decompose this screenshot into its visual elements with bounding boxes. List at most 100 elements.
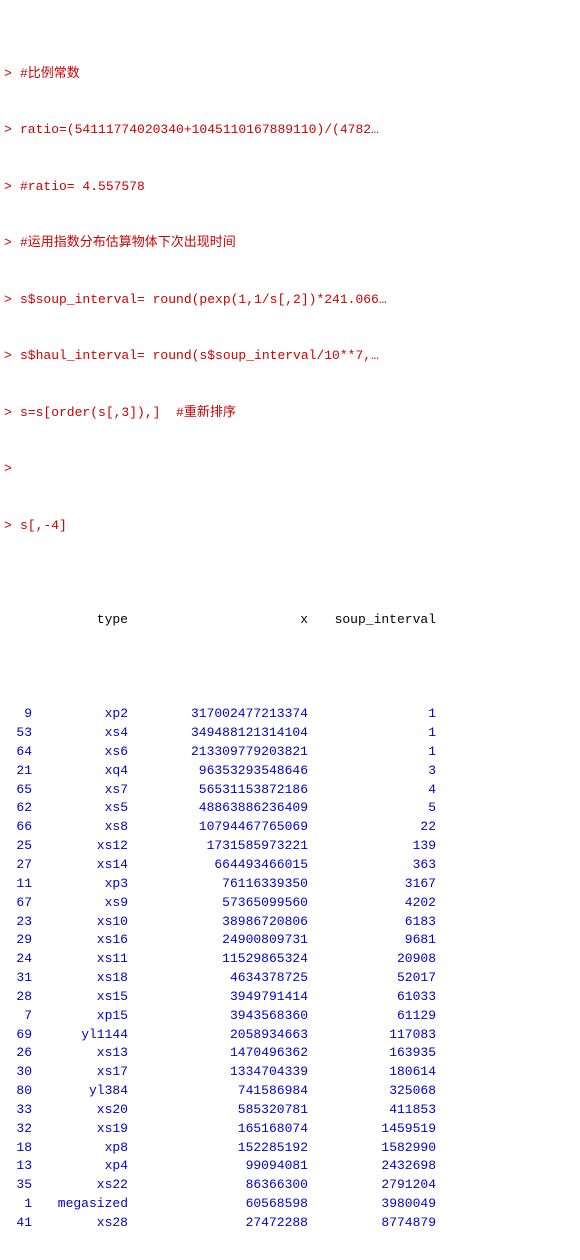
table-row: 32 xs19 165168074 1459519 (4, 1120, 576, 1139)
cell-type: xs7 (36, 781, 136, 800)
cell-soup: 3980049 (316, 1195, 436, 1214)
cell-soup: 5 (316, 799, 436, 818)
cell-type: xp2 (36, 705, 136, 724)
header-rownum (4, 611, 36, 630)
cell-type: xs14 (36, 856, 136, 875)
prompt-9: > (4, 517, 20, 536)
line-code-6: > s$haul_interval= round(s$soup_interval… (4, 347, 576, 366)
cell-x: 10794467765069 (136, 818, 316, 837)
table-row: 53 xs4 349488121314104 1 (4, 724, 576, 743)
cell-type: xs16 (36, 931, 136, 950)
prompt-3: > (4, 178, 20, 197)
cell-type: xq4 (36, 762, 136, 781)
table-row: 25 xs12 1731585973221 139 (4, 837, 576, 856)
line-command: > s[,-4] (4, 517, 576, 536)
header-soup: soup_interval (316, 611, 436, 630)
cell-x: 664493466015 (136, 856, 316, 875)
cell-x: 48863886236409 (136, 799, 316, 818)
cell-rownum: 62 (4, 799, 36, 818)
cell-soup: 3 (316, 762, 436, 781)
cell-soup: 4 (316, 781, 436, 800)
cell-rownum: 31 (4, 969, 36, 988)
cell-x: 585320781 (136, 1101, 316, 1120)
table-row: 65 xs7 56531153872186 4 (4, 781, 576, 800)
prompt-6: > (4, 347, 20, 366)
cell-rownum: 33 (4, 1101, 36, 1120)
cell-rownum: 24 (4, 950, 36, 969)
cell-type: yl384 (36, 1082, 136, 1101)
cell-type: xs28 (36, 1214, 136, 1233)
code-text-4: #运用指数分布估算物体下次出现时间 (20, 234, 236, 253)
cell-x: 152285192 (136, 1139, 316, 1158)
cell-x: 213309779203821 (136, 743, 316, 762)
cell-soup: 61033 (316, 988, 436, 1007)
cell-type: xs11 (36, 950, 136, 969)
cell-soup: 2791204 (316, 1176, 436, 1195)
table-row: 30 xs17 1334704339 180614 (4, 1063, 576, 1082)
cell-type: xs18 (36, 969, 136, 988)
line-code-3: > #ratio= 4.557578 (4, 178, 576, 197)
code-text-3: #ratio= 4.557578 (20, 178, 145, 197)
table-row: 67 xs9 57365099560 4202 (4, 894, 576, 913)
cell-rownum: 66 (4, 818, 36, 837)
cell-x: 27472288 (136, 1214, 316, 1233)
table-row: 11 xp3 76116339350 3167 (4, 875, 576, 894)
cell-type: xs17 (36, 1063, 136, 1082)
table-header: type x soup_interval (4, 611, 576, 630)
cell-rownum: 67 (4, 894, 36, 913)
line-comment-1: > #比例常数 (4, 65, 576, 84)
cell-x: 60568598 (136, 1195, 316, 1214)
cell-soup: 1582990 (316, 1139, 436, 1158)
cell-x: 4634378725 (136, 969, 316, 988)
cell-type: xs13 (36, 1044, 136, 1063)
table-row: 7 xp15 3943568360 61129 (4, 1007, 576, 1026)
cell-type: xs12 (36, 837, 136, 856)
cell-x: 96353293548646 (136, 762, 316, 781)
cell-soup: 139 (316, 837, 436, 856)
prompt-8: > (4, 460, 20, 479)
cell-x: 57365099560 (136, 894, 316, 913)
prompt-7: > (4, 404, 20, 423)
cell-rownum: 53 (4, 724, 36, 743)
prompt-4: > (4, 234, 20, 253)
cell-x: 38986720806 (136, 913, 316, 932)
cell-type: xs15 (36, 988, 136, 1007)
table-row: 64 xs6 213309779203821 1 (4, 743, 576, 762)
cell-type: megasized (36, 1195, 136, 1214)
prompt-5: > (4, 291, 20, 310)
code-text-9: s[,-4] (20, 517, 67, 536)
cell-rownum: 26 (4, 1044, 36, 1063)
cell-rownum: 65 (4, 781, 36, 800)
cell-x: 317002477213374 (136, 705, 316, 724)
cell-type: xp3 (36, 875, 136, 894)
cell-soup: 2432698 (316, 1157, 436, 1176)
cell-rownum: 32 (4, 1120, 36, 1139)
table-row: 41 xs28 27472288 8774879 (4, 1214, 576, 1233)
cell-soup: 163935 (316, 1044, 436, 1063)
cell-type: xs20 (36, 1101, 136, 1120)
cell-rownum: 29 (4, 931, 36, 950)
cell-soup: 8774879 (316, 1214, 436, 1233)
table-row: 27 xs14 664493466015 363 (4, 856, 576, 875)
cell-x: 2058934663 (136, 1026, 316, 1045)
cell-x: 99094081 (136, 1157, 316, 1176)
cell-soup: 52017 (316, 969, 436, 988)
code-text-2: ratio=(54111774020340+1045110167889110)/… (20, 121, 379, 140)
code-text-6: s$haul_interval= round(s$soup_interval/1… (20, 347, 379, 366)
cell-soup: 411853 (316, 1101, 436, 1120)
cell-rownum: 11 (4, 875, 36, 894)
code-text-7: s=s[order(s[,3]),] #重新排序 (20, 404, 236, 423)
cell-type: xs19 (36, 1120, 136, 1139)
table-row: 69 yl1144 2058934663 117083 (4, 1026, 576, 1045)
table-row: 62 xs5 48863886236409 5 (4, 799, 576, 818)
table-row: 35 xs22 86366300 2791204 (4, 1176, 576, 1195)
cell-type: xs9 (36, 894, 136, 913)
cell-rownum: 21 (4, 762, 36, 781)
cell-rownum: 30 (4, 1063, 36, 1082)
table-row: 66 xs8 10794467765069 22 (4, 818, 576, 837)
cell-type: xp8 (36, 1139, 136, 1158)
cell-soup: 4202 (316, 894, 436, 913)
line-code-7: > s=s[order(s[,3]),] #重新排序 (4, 404, 576, 423)
console-output: > #比例常数 > ratio=(54111774020340+10451101… (0, 0, 580, 1260)
cell-soup: 325068 (316, 1082, 436, 1101)
